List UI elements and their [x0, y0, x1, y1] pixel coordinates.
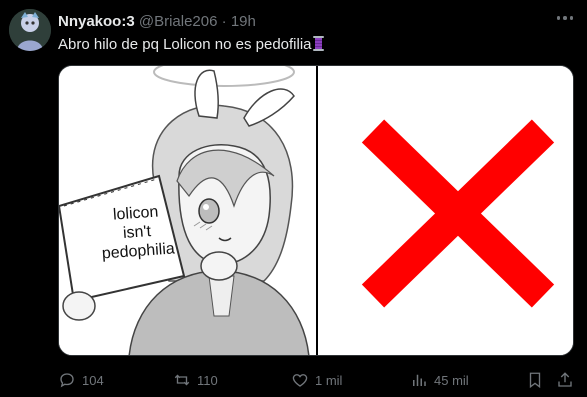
display-name[interactable]: Nnyakoo:3 [58, 13, 135, 30]
reply-button[interactable]: 104 [58, 370, 104, 390]
tweet-actions: 104 110 1 mil 45 mil [58, 370, 578, 390]
reply-icon [60, 373, 74, 388]
retweet-button[interactable]: 110 [173, 370, 218, 390]
tweet-media[interactable]: lolicon isn't pedophilia [58, 65, 574, 356]
reply-count: 104 [82, 372, 104, 388]
bookmark-icon [529, 372, 541, 389]
share-icon [558, 372, 572, 387]
retweet-icon [174, 374, 190, 386]
separator-dot: · [221, 13, 227, 30]
avatar[interactable] [9, 9, 51, 51]
bookmark-button[interactable] [526, 370, 544, 390]
heart-icon [292, 374, 308, 387]
sign-text: lolicon isn't pedophilia [90, 201, 184, 264]
spool-of-thread-emoji [312, 36, 324, 51]
retweet-count: 110 [197, 372, 218, 388]
anime-girl-illustration[interactable]: lolicon isn't pedophilia [59, 66, 317, 355]
tweet-text-body: Abro hilo de pq Lolicon no es pedofilia [58, 36, 312, 53]
share-button[interactable] [556, 370, 574, 390]
more-options-icon[interactable] [553, 10, 577, 26]
views-count: 45 mil [434, 372, 469, 388]
timestamp[interactable]: 19h [231, 13, 256, 30]
user-handle[interactable]: @Briale206 [139, 13, 218, 30]
like-count: 1 mil [315, 372, 343, 388]
views-chart-icon [413, 374, 426, 386]
tweet-header: Nnyakoo:3 @Briale206 · 19h [58, 13, 547, 33]
like-button[interactable]: 1 mil [291, 370, 342, 390]
tweet-text: Abro hilo de pq Lolicon no es pedofilia [58, 36, 324, 53]
views-button[interactable]: 45 mil [410, 370, 469, 390]
red-x-mark[interactable] [318, 66, 573, 355]
